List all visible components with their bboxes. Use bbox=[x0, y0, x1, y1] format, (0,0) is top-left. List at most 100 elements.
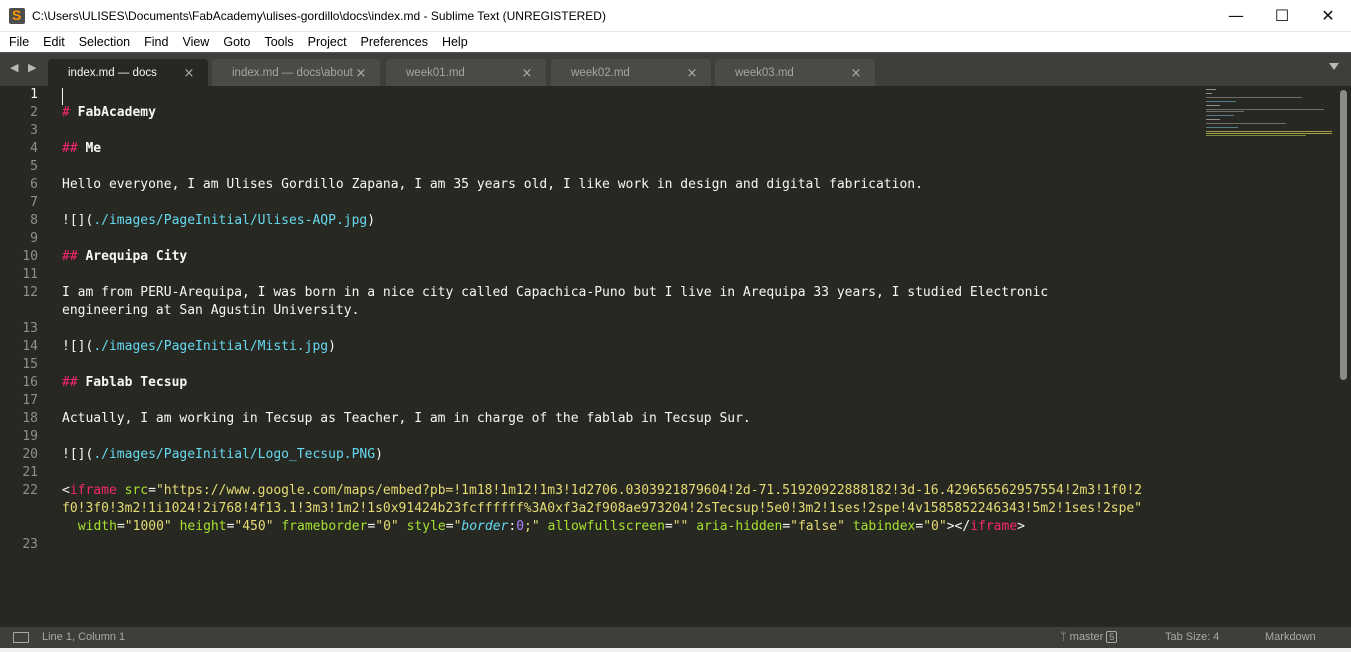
title-bar: C:\Users\ULISES\Documents\FabAcademy\uli… bbox=[0, 0, 1351, 32]
line-number: 8 bbox=[30, 213, 38, 228]
image-path: ./images/PageInitial/Logo_Tecsup.PNG bbox=[93, 447, 376, 462]
tab-week01[interactable]: week01.md × bbox=[386, 59, 546, 87]
line-number: 15 bbox=[22, 357, 38, 372]
tab-label: week02.md bbox=[571, 67, 630, 79]
attr-value: "0" bbox=[923, 519, 947, 534]
line-number: 21 bbox=[22, 465, 38, 480]
attr-name: tabindex bbox=[844, 519, 916, 534]
text-cursor bbox=[62, 88, 63, 105]
branch-name: master bbox=[1069, 631, 1104, 643]
window-title: C:\Users\ULISES\Documents\FabAcademy\uli… bbox=[32, 8, 606, 23]
code-line-text: I am from PERU-Arequipa, I was born in a… bbox=[62, 285, 1049, 300]
css-property: border bbox=[461, 519, 509, 534]
line-number: 6 bbox=[30, 177, 38, 192]
menu-help[interactable]: Help bbox=[435, 32, 475, 52]
menu-tools[interactable]: Tools bbox=[257, 32, 300, 52]
menu-goto[interactable]: Goto bbox=[216, 32, 257, 52]
syntax-selector[interactable]: Markdown bbox=[1265, 631, 1316, 643]
minimap-line bbox=[1206, 123, 1286, 124]
tab-label: week01.md bbox=[406, 67, 465, 79]
sublime-text-logo-icon bbox=[9, 7, 25, 24]
git-branch[interactable]: ᛘ master 5 bbox=[1060, 631, 1118, 643]
code-line-heading: ## Arequipa City bbox=[62, 248, 187, 266]
panel-toggle-icon[interactable] bbox=[13, 632, 29, 643]
tab-week03[interactable]: week03.md × bbox=[715, 59, 875, 87]
tab-close-icon[interactable]: × bbox=[849, 66, 863, 81]
tab-index-docs-about[interactable]: index.md — docs\about × bbox=[212, 59, 380, 87]
line-number: 18 bbox=[22, 411, 38, 426]
image-path: ./images/PageInitial/Ulises-AQP.jpg bbox=[93, 213, 368, 228]
attr-eq: = bbox=[148, 483, 156, 498]
menu-view[interactable]: View bbox=[175, 32, 216, 52]
line-number: 11 bbox=[22, 267, 38, 282]
tag-name: iframe bbox=[970, 519, 1018, 534]
image-syntax: ) bbox=[328, 339, 336, 354]
status-bar: Line 1, Column 1 ᛘ master 5 Tab Size: 4 M… bbox=[0, 627, 1351, 648]
tab-close-icon[interactable]: × bbox=[182, 66, 196, 81]
tag-bracket: > bbox=[946, 519, 955, 534]
attr-value: "" bbox=[672, 519, 689, 534]
attr-value: "false" bbox=[790, 519, 845, 534]
menu-bar: File Edit Selection Find View Goto Tools… bbox=[0, 32, 1351, 52]
code-editor[interactable]: 1 2 3 4 5 6 7 8 9 10 11 12 13 14 15 16 1… bbox=[0, 86, 1351, 627]
heading-text: Me bbox=[85, 141, 102, 156]
code-line-text-wrap: engineering at San Agustin University. bbox=[62, 303, 360, 318]
attr-value: ;" bbox=[524, 519, 540, 534]
code-line-text: Actually, I am working in Tecsup as Teac… bbox=[62, 411, 751, 426]
tab-label: index.md — docs\about bbox=[232, 67, 353, 79]
vertical-scrollbar[interactable] bbox=[1340, 90, 1347, 380]
heading-marker: ## bbox=[62, 249, 86, 264]
tab-close-icon[interactable]: × bbox=[685, 66, 699, 81]
minimap-line bbox=[1206, 105, 1220, 106]
line-number: 12 bbox=[22, 285, 38, 300]
maximize-button[interactable]: ☐ bbox=[1259, 0, 1305, 32]
tab-list-dropdown-icon[interactable] bbox=[1329, 63, 1339, 70]
code-line-text: Hello everyone, I am Ulises Gordillo Zap… bbox=[62, 177, 923, 192]
tab-index-docs[interactable]: index.md — docs × bbox=[48, 59, 208, 87]
tab-close-icon[interactable]: × bbox=[520, 66, 534, 81]
line-number: 22 bbox=[22, 483, 38, 498]
cursor-position: Line 1, Column 1 bbox=[42, 631, 126, 643]
tab-close-icon[interactable]: × bbox=[354, 66, 368, 81]
tab-navigation-arrows-icon[interactable]: ◀ ▶ bbox=[10, 61, 39, 74]
menu-file[interactable]: File bbox=[0, 32, 36, 52]
code-line-image: ![](./images/PageInitial/Logo_Tecsup.PNG… bbox=[62, 446, 383, 464]
menu-preferences[interactable]: Preferences bbox=[354, 32, 435, 52]
minimap[interactable] bbox=[1204, 88, 1334, 148]
attr-value: f0!3f0!3m2!1i1024!2i768!4f13.1!3m3!1m2!1… bbox=[62, 501, 1143, 516]
minimap-line bbox=[1206, 119, 1220, 120]
branch-count-badge: 5 bbox=[1106, 631, 1118, 643]
minimap-line bbox=[1206, 89, 1216, 90]
menu-selection[interactable]: Selection bbox=[72, 32, 137, 52]
code-line-iframe: <iframe src="https://www.google.com/maps… bbox=[62, 482, 1142, 500]
line-number: 14 bbox=[22, 339, 38, 354]
css-value: 0 bbox=[516, 519, 525, 534]
tag-bracket: > bbox=[1017, 519, 1025, 534]
attr-name: frameborder bbox=[273, 519, 368, 534]
code-line-heading: ## Me bbox=[62, 140, 101, 158]
close-window-button[interactable]: ✕ bbox=[1305, 0, 1351, 32]
menu-find[interactable]: Find bbox=[137, 32, 175, 52]
image-syntax: ![]( bbox=[62, 213, 94, 228]
tab-label: week03.md bbox=[735, 67, 794, 79]
attr-eq: = bbox=[782, 519, 791, 534]
attr-value: "1000" bbox=[124, 519, 172, 534]
menu-project[interactable]: Project bbox=[301, 32, 354, 52]
minimap-line bbox=[1206, 101, 1236, 102]
attr-value: "https://www.google.com/maps/embed?pb=!1… bbox=[155, 483, 1143, 498]
line-number: 7 bbox=[30, 195, 38, 210]
code-line-image: ![](./images/PageInitial/Ulises-AQP.jpg) bbox=[62, 212, 375, 230]
attr-value: "0" bbox=[375, 519, 399, 534]
tag-bracket: </ bbox=[954, 519, 971, 534]
line-number: 16 bbox=[22, 375, 38, 390]
tab-week02[interactable]: week02.md × bbox=[551, 59, 711, 87]
minimap-line bbox=[1206, 115, 1234, 116]
line-number: 3 bbox=[30, 123, 38, 138]
tab-bar: ◀ ▶ index.md — docs × index.md — docs\ab… bbox=[0, 52, 1351, 87]
minimap-line bbox=[1206, 111, 1244, 112]
image-syntax: ) bbox=[367, 213, 376, 228]
image-path: ./images/PageInitial/Misti.jpg bbox=[93, 339, 329, 354]
menu-edit[interactable]: Edit bbox=[36, 32, 72, 52]
minimize-button[interactable]: — bbox=[1213, 0, 1259, 32]
tab-size-selector[interactable]: Tab Size: 4 bbox=[1165, 631, 1219, 643]
